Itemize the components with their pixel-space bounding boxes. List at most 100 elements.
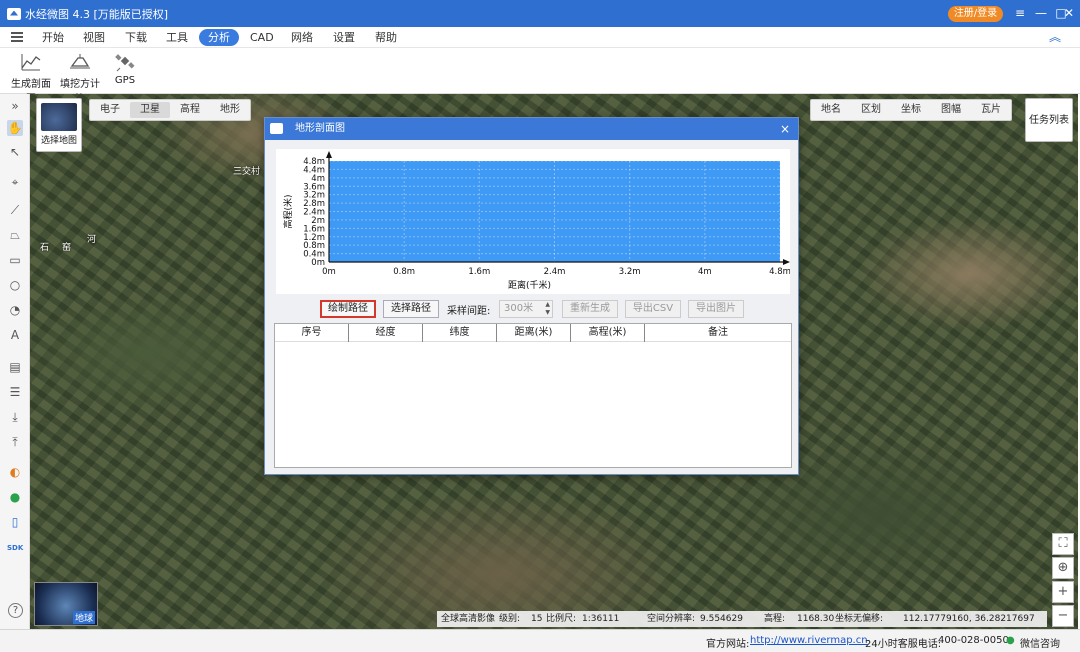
text-label-icon[interactable]: A: [7, 327, 23, 343]
map-river-label: 河: [87, 235, 97, 245]
hand-pan-icon[interactable]: ✋: [7, 120, 23, 136]
login-button[interactable]: 注册/登录: [948, 6, 1003, 22]
draw-path-button[interactable]: 绘制路径: [320, 300, 376, 318]
menu-settings[interactable]: 设置: [333, 29, 355, 46]
circle-icon[interactable]: ○: [7, 277, 23, 293]
polygon-icon[interactable]: ⏢: [7, 227, 23, 243]
globe-label: 地球: [72, 611, 95, 624]
wechat-icon[interactable]: ●: [1006, 635, 1015, 646]
close-window-icon[interactable]: ✕: [1060, 5, 1078, 21]
layer-stack-icon[interactable]: ☰: [7, 384, 23, 400]
select-map-button[interactable]: 选择地图: [36, 98, 82, 152]
col-index[interactable]: 序号: [275, 324, 349, 342]
menu-bar: 开始 视图 下载 工具 分析 CAD 网络 设置 帮助 ︽: [0, 27, 1080, 48]
menu-tools[interactable]: 工具: [166, 29, 188, 46]
map-place-label: 三交村: [233, 167, 261, 177]
fullscreen-icon[interactable]: ⛶: [1052, 533, 1074, 555]
tab-districts[interactable]: 区划: [851, 102, 891, 118]
menu-icon[interactable]: ≡: [1011, 5, 1029, 21]
point-marker-icon[interactable]: ⌖: [7, 174, 23, 190]
tab-electronic[interactable]: 电子: [90, 102, 130, 118]
x-tick-label: 2.4m: [544, 267, 566, 277]
x-tick-label: 4m: [698, 267, 712, 277]
overlay-tabs: 地名 区划 坐标 图幅 瓦片: [810, 99, 1012, 121]
scale-label: 比例尺:: [546, 614, 577, 624]
zoom-out-icon[interactable]: −: [1052, 605, 1074, 627]
x-tick-label: 1.6m: [468, 267, 490, 277]
menu-analysis[interactable]: 分析: [199, 29, 239, 46]
elevation-value: 1168.30: [797, 614, 835, 624]
menu-cad[interactable]: CAD: [250, 29, 274, 46]
help-icon[interactable]: ?: [8, 603, 23, 618]
menu-network[interactable]: 网络: [291, 29, 313, 46]
collapse-ribbon-icon[interactable]: ︽: [1048, 30, 1062, 44]
wechat-consult-link[interactable]: 微信咨询: [1020, 635, 1060, 650]
globe-view-button[interactable]: 地球: [34, 582, 98, 626]
sample-interval-value: 300米: [504, 303, 534, 314]
export-icon[interactable]: ⤒: [7, 434, 23, 450]
menu-view[interactable]: 视图: [83, 29, 105, 46]
map-thumbnail: [41, 103, 77, 131]
map-river-label: 石: [40, 243, 50, 253]
bottom-status-bar: 官方网站: http://www.rivermap.cn 24小时客服电话: 4…: [0, 629, 1080, 652]
y-axis-label: 高程(米): [282, 194, 294, 228]
menu-start[interactable]: 开始: [42, 29, 64, 46]
profile-points-table: 序号 经度 纬度 距离(米) 高程(米) 备注: [274, 323, 792, 468]
col-elevation[interactable]: 高程(米): [571, 324, 645, 342]
gps-label: GPS: [114, 75, 136, 86]
hotline-number: 400-028-0050: [938, 635, 1009, 646]
col-latitude[interactable]: 纬度: [423, 324, 497, 342]
menu-download[interactable]: 下载: [125, 29, 147, 46]
sample-interval-label: 采样间距:: [447, 306, 491, 317]
import-icon[interactable]: ⤓: [7, 409, 23, 425]
x-tick-label: 4.8m: [769, 267, 790, 277]
dialog-title-bar[interactable]: 地形剖面图 ×: [265, 118, 798, 140]
export-csv-button[interactable]: 导出CSV: [625, 300, 681, 318]
weather-icon[interactable]: ◐: [7, 464, 23, 480]
minimize-icon[interactable]: —: [1032, 5, 1050, 21]
website-link[interactable]: http://www.rivermap.cn: [750, 635, 868, 646]
regenerate-button[interactable]: 重新生成: [562, 300, 618, 318]
x-tick-label: 0m: [322, 267, 336, 277]
tab-terrain[interactable]: 地形: [210, 102, 250, 118]
hamburger-icon[interactable]: [11, 32, 23, 42]
sdk-icon[interactable]: SDK: [7, 540, 23, 556]
tab-tiles[interactable]: 瓦片: [971, 102, 1011, 118]
tab-coordinates[interactable]: 坐标: [891, 102, 931, 118]
hotline-label: 24小时客服电话:: [865, 639, 942, 650]
table-header: 序号 经度 纬度 距离(米) 高程(米) 备注: [275, 324, 791, 342]
rectangle-icon[interactable]: ▭: [7, 252, 23, 268]
dialog-title: 地形剖面图: [295, 123, 345, 134]
polyline-icon[interactable]: ⟋: [7, 202, 23, 218]
tab-place-names[interactable]: 地名: [811, 102, 851, 118]
dialog-close-icon[interactable]: ×: [780, 118, 790, 140]
col-longitude[interactable]: 经度: [349, 324, 423, 342]
x-tick-label: 0.8m: [393, 267, 415, 277]
base-map-tabs: 电子 卫星 高程 地形: [89, 99, 251, 121]
tab-satellite[interactable]: 卫星: [130, 102, 170, 118]
select-path-button[interactable]: 选择路径: [383, 300, 439, 318]
col-notes[interactable]: 备注: [645, 324, 791, 342]
menu-help[interactable]: 帮助: [375, 29, 397, 46]
spinner-arrows-icon[interactable]: ▲ ▼: [545, 301, 550, 317]
gps-button[interactable]: GPS: [110, 52, 140, 86]
col-distance[interactable]: 距离(米): [497, 324, 571, 342]
app-logo-icon: [7, 7, 21, 20]
tab-sheets[interactable]: 图幅: [931, 102, 971, 118]
measure-ruler-icon[interactable]: ▤: [7, 359, 23, 375]
app-title: 水经微图 4.3 [万能版已授权]: [25, 7, 169, 21]
task-list-button[interactable]: 任务列表: [1025, 98, 1073, 142]
locate-icon[interactable]: ⊕: [1052, 557, 1074, 579]
zoom-in-icon[interactable]: +: [1052, 581, 1074, 603]
profile-chart: 0m 0.4m 0.8m 1.2m 1.6m 2m 2.4m 2.8m 3.2m 3.6m 4m 4.…: [276, 149, 790, 294]
mobile-icon[interactable]: ▯: [7, 514, 23, 530]
cut-fill-icon: [69, 52, 91, 72]
tab-elevation[interactable]: 高程: [170, 102, 210, 118]
sector-icon[interactable]: ◔: [7, 302, 23, 318]
expand-icon[interactable]: »: [7, 98, 23, 114]
map-river-label: 窑: [62, 243, 72, 253]
sample-interval-input[interactable]: 300米 ▲ ▼: [499, 300, 553, 318]
export-image-button[interactable]: 导出图片: [688, 300, 744, 318]
select-arrow-icon[interactable]: ↖: [7, 144, 23, 160]
link-icon[interactable]: ●: [7, 489, 23, 505]
